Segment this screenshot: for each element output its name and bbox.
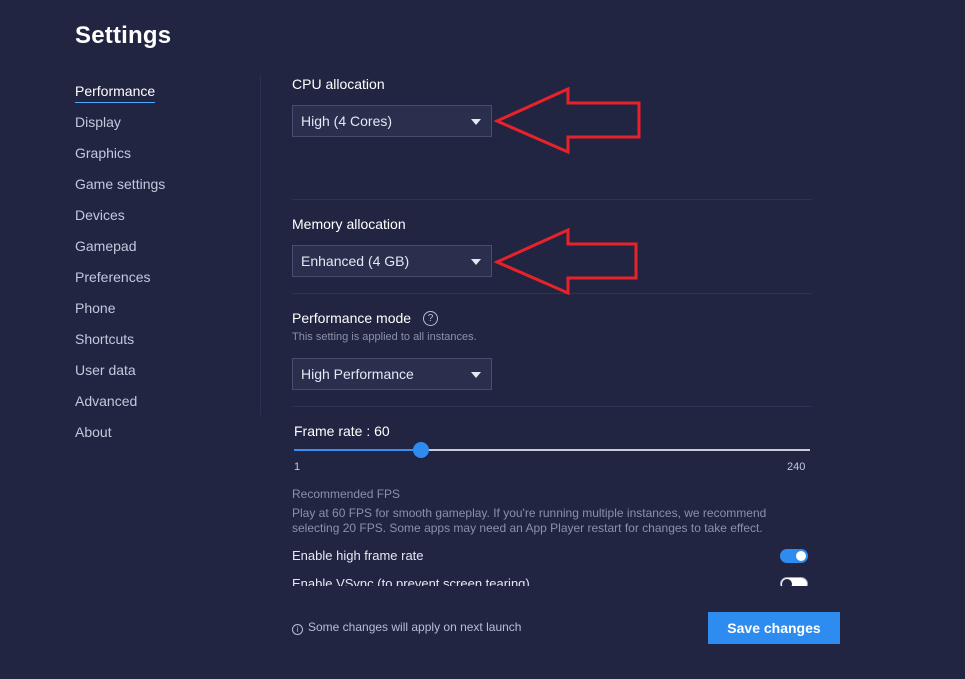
- section-divider: [292, 406, 812, 407]
- sidebar-item-advanced[interactable]: Advanced: [75, 390, 245, 421]
- performance-mode-note: This setting is applied to all instances…: [292, 331, 477, 343]
- annotation-arrow-memory: [494, 227, 638, 296]
- memory-allocation-value: Enhanced (4 GB): [301, 253, 410, 269]
- sidebar-item-label: Gamepad: [75, 238, 137, 254]
- sidebar-item-label: Advanced: [75, 393, 138, 409]
- sidebar-item-shortcuts[interactable]: Shortcuts: [75, 328, 245, 359]
- footer-note-text: Some changes will apply on next launch: [308, 620, 522, 634]
- toggle-knob: [796, 551, 806, 561]
- sidebar-item-gamepad[interactable]: Gamepad: [75, 235, 245, 266]
- cpu-allocation-label: CPU allocation: [292, 76, 385, 92]
- sidebar-item-label: Performance: [75, 81, 156, 103]
- performance-mode-value: High Performance: [301, 366, 414, 382]
- footer-note: i Some changes will apply on next launch: [292, 620, 521, 635]
- sidebar-item-label: Devices: [75, 207, 125, 223]
- sidebar-item-label: Phone: [75, 300, 116, 316]
- chevron-down-icon: [471, 372, 481, 378]
- vsync-toggle[interactable]: [780, 577, 808, 586]
- annotation-arrow-cpu: [494, 86, 641, 155]
- arrow-shape: [494, 227, 638, 296]
- sidebar-item-user-data[interactable]: User data: [75, 359, 245, 390]
- frame-rate-label: Frame rate : 60: [294, 423, 390, 439]
- sidebar-item-graphics[interactable]: Graphics: [75, 142, 245, 173]
- frame-rate-max-label: 240: [787, 461, 806, 473]
- sidebar-item-game-settings[interactable]: Game settings: [75, 173, 245, 204]
- sidebar-item-preferences[interactable]: Preferences: [75, 266, 245, 297]
- vsync-label: Enable VSync (to prevent screen tearing): [292, 576, 530, 586]
- toggle-list: Enable high frame rate Enable VSync (to …: [292, 540, 812, 586]
- high-frame-rate-label: Enable high frame rate: [292, 548, 424, 563]
- sidebar-item-label: About: [75, 424, 112, 440]
- help-icon[interactable]: ?: [423, 311, 438, 326]
- sidebar-item-label: Shortcuts: [75, 331, 135, 347]
- frame-rate-slider-thumb[interactable]: [413, 442, 430, 458]
- sidebar-item-label: Graphics: [75, 145, 132, 161]
- cpu-allocation-select[interactable]: High (4 Cores): [292, 105, 492, 137]
- sidebar-item-phone[interactable]: Phone: [75, 297, 245, 328]
- frame-rate-min-label: 1: [294, 461, 301, 473]
- performance-mode-select[interactable]: High Performance: [292, 358, 492, 390]
- arrow-shape: [494, 86, 641, 155]
- sidebar-item-devices[interactable]: Devices: [75, 204, 245, 235]
- sidebar-item-label: Preferences: [75, 269, 151, 285]
- save-button[interactable]: Save changes: [708, 612, 840, 644]
- sidebar-item-label: Game settings: [75, 176, 166, 192]
- performance-mode-label: Performance mode: [292, 310, 412, 326]
- section-divider: [292, 199, 812, 200]
- recommended-fps-text: Play at 60 FPS for smooth gameplay. If y…: [292, 506, 767, 535]
- settings-page: Settings Performance Display Graphics Ga…: [0, 0, 965, 679]
- settings-sidebar: Performance Display Graphics Game settin…: [75, 80, 245, 452]
- sidebar-item-label: User data: [75, 362, 136, 378]
- info-icon: i: [292, 624, 303, 635]
- cpu-allocation-value: High (4 Cores): [301, 113, 393, 129]
- toggle-knob: [782, 579, 792, 586]
- memory-allocation-select[interactable]: Enhanced (4 GB): [292, 245, 492, 277]
- sidebar-item-display[interactable]: Display: [75, 111, 245, 142]
- sidebar-item-about[interactable]: About: [75, 421, 245, 452]
- recommended-fps-title: Recommended FPS: [292, 487, 401, 501]
- page-title: Settings: [75, 22, 172, 49]
- high-frame-rate-toggle[interactable]: [780, 549, 808, 563]
- sidebar-item-performance[interactable]: Performance: [75, 80, 245, 111]
- sidebar-divider: [260, 75, 261, 415]
- chevron-down-icon: [471, 259, 481, 265]
- sidebar-item-label: Display: [75, 114, 121, 130]
- memory-allocation-label: Memory allocation: [292, 216, 406, 232]
- chevron-down-icon: [471, 119, 481, 125]
- frame-rate-slider-fill: [294, 449, 422, 451]
